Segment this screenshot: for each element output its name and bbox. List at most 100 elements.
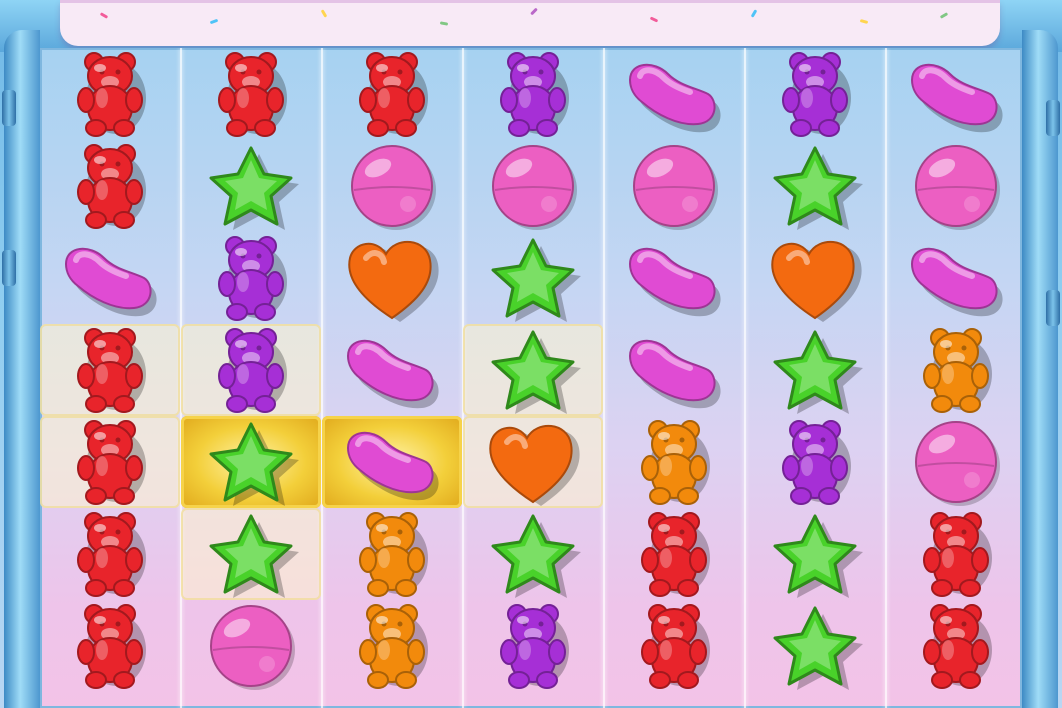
purple-bear-icon <box>500 52 569 137</box>
reel-cell <box>745 324 885 416</box>
purple-bear-icon <box>218 328 287 413</box>
reel-cell <box>886 140 1022 232</box>
red-bear-icon <box>77 604 146 689</box>
purple-bear-icon <box>500 604 569 689</box>
reel-cell <box>463 416 603 508</box>
red-bear-icon <box>641 512 710 597</box>
reel-cell <box>181 600 321 692</box>
pink-bean-icon <box>910 64 1003 133</box>
red-bear-icon <box>77 328 146 413</box>
orange-heart-icon <box>771 240 862 322</box>
reel-cell <box>886 416 1022 508</box>
reel-cell <box>745 416 885 508</box>
pink-lollipop-icon <box>492 145 577 230</box>
reel-cell <box>463 48 603 140</box>
reel-cell <box>322 416 462 508</box>
reel-grid <box>40 48 1022 708</box>
red-bear-icon <box>641 604 710 689</box>
reel-cell <box>745 232 885 324</box>
reel-cell <box>604 416 744 508</box>
pink-lollipop-icon <box>210 605 295 690</box>
reel-cell <box>604 324 744 416</box>
green-star-icon <box>773 514 863 598</box>
reel-cell <box>181 324 321 416</box>
reel-cell <box>463 140 603 232</box>
reel-cell <box>40 48 180 140</box>
purple-bear-icon <box>218 236 287 321</box>
pink-lollipop-icon <box>633 145 718 230</box>
orange-bear-icon <box>641 420 710 505</box>
red-bear-icon <box>923 604 992 689</box>
red-bear-icon <box>77 52 146 137</box>
pink-lollipop-icon <box>915 145 1000 230</box>
reel-cell <box>604 508 744 600</box>
reel-cell <box>322 140 462 232</box>
reel-cell <box>604 600 744 692</box>
reel-cell <box>604 140 744 232</box>
reel-cell <box>604 232 744 324</box>
green-star-icon <box>209 422 299 506</box>
reel-cell <box>745 140 885 232</box>
pink-lollipop-icon <box>915 421 1000 506</box>
reel-cell <box>40 140 180 232</box>
reel-cell <box>40 416 180 508</box>
pink-bean-icon <box>346 340 439 409</box>
red-bear-icon <box>218 52 287 137</box>
pink-bean-icon <box>910 248 1003 317</box>
reel-cell <box>181 232 321 324</box>
reel-cell <box>745 508 885 600</box>
reel-cell <box>181 416 321 508</box>
reel-cell <box>40 508 180 600</box>
reel-cell <box>40 324 180 416</box>
reel-cell <box>463 600 603 692</box>
green-star-icon <box>773 606 863 690</box>
orange-bear-icon <box>359 512 428 597</box>
red-bear-icon <box>77 144 146 229</box>
green-star-icon <box>209 514 299 598</box>
reel-cell <box>886 48 1022 140</box>
purple-bear-icon <box>782 420 851 505</box>
reel-cell <box>181 140 321 232</box>
reel-cell <box>322 324 462 416</box>
green-star-icon <box>773 330 863 414</box>
reel-cell <box>745 600 885 692</box>
orange-heart-icon <box>348 240 439 322</box>
reel-cell <box>886 324 1022 416</box>
reel-cell <box>886 232 1022 324</box>
reel-cell <box>604 48 744 140</box>
reel-cell <box>40 600 180 692</box>
reel-cell <box>463 324 603 416</box>
red-bear-icon <box>923 512 992 597</box>
reel-cell <box>886 600 1022 692</box>
pink-bean-icon <box>628 340 721 409</box>
green-star-icon <box>491 514 581 598</box>
pink-bean-icon <box>346 432 439 501</box>
reel-cell <box>745 48 885 140</box>
orange-bear-icon <box>359 604 428 689</box>
pink-bean-icon <box>64 248 157 317</box>
red-bear-icon <box>359 52 428 137</box>
pink-bean-icon <box>628 248 721 317</box>
green-star-icon <box>209 146 299 230</box>
slot-machine-frame <box>0 0 1062 708</box>
reel-cell <box>322 232 462 324</box>
reel-cell <box>322 600 462 692</box>
right-pipe <box>1022 30 1060 708</box>
green-star-icon <box>491 330 581 414</box>
reel-cell <box>886 508 1022 600</box>
reel-cell <box>322 48 462 140</box>
reel-cell <box>463 232 603 324</box>
red-bear-icon <box>77 512 146 597</box>
left-pipe <box>2 30 40 708</box>
reel-cell <box>463 508 603 600</box>
reel-cell <box>40 232 180 324</box>
reel-cell <box>181 508 321 600</box>
reel-cell <box>181 48 321 140</box>
orange-bear-icon <box>923 328 992 413</box>
green-star-icon <box>773 146 863 230</box>
reel-cell <box>322 508 462 600</box>
pink-lollipop-icon <box>351 145 436 230</box>
orange-heart-icon <box>489 424 580 506</box>
red-bear-icon <box>77 420 146 505</box>
frosting-banner <box>60 0 1000 46</box>
